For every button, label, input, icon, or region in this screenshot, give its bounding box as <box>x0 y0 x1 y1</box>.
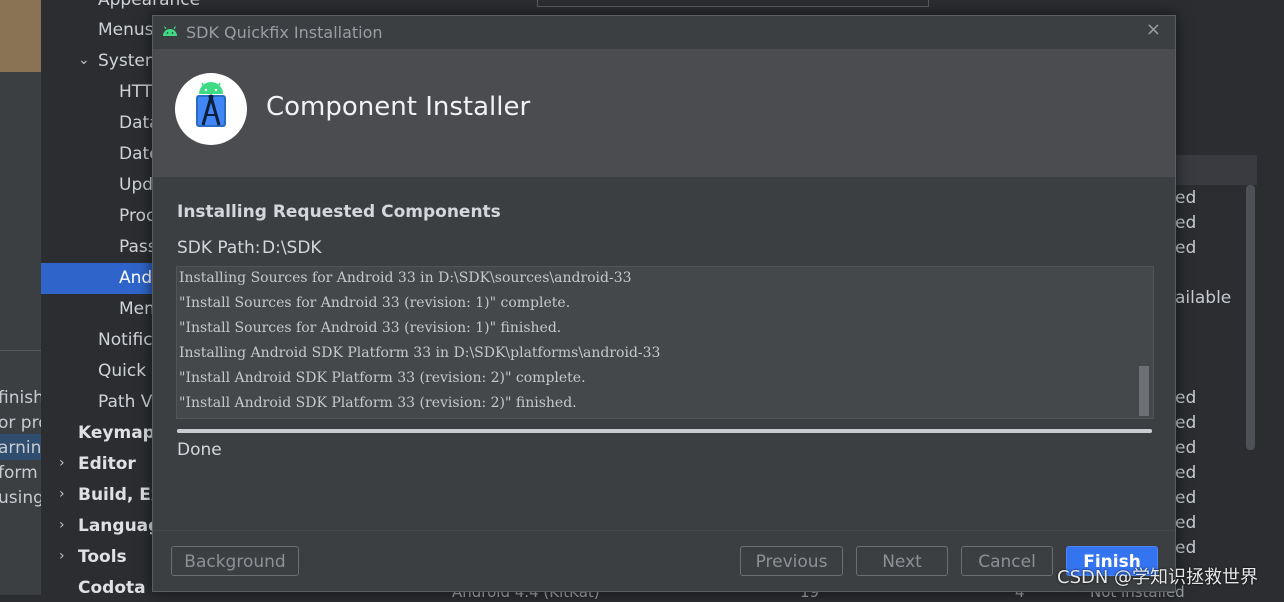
left-edge-text: using <box>0 488 44 508</box>
log-line: "Install Android SDK Platform 33 (revisi… <box>179 370 586 386</box>
divider <box>0 350 41 351</box>
log-scrollbar[interactable] <box>1139 366 1149 416</box>
next-button[interactable]: Next <box>856 546 948 576</box>
log-line: "Install Sources for Android 33 (revisio… <box>179 320 562 336</box>
watermark: CSDN @学知识拯救世界 <box>1057 567 1259 588</box>
sdk-table-scrollbar[interactable] <box>1246 185 1255 450</box>
table-cell: ed <box>1175 238 1197 258</box>
progress-fill <box>177 429 1152 433</box>
sdk-path-label: SDK Path: <box>177 238 261 258</box>
search-field[interactable] <box>537 0 929 7</box>
cancel-button[interactable]: Cancel <box>961 546 1053 576</box>
table-cell: ed <box>1175 513 1197 533</box>
table-cell: ed <box>1175 488 1197 508</box>
log-line: Installing Android SDK Platform 33 in D:… <box>179 345 661 361</box>
android-studio-icon <box>196 82 226 127</box>
left-edge-text: arnin <box>0 438 42 458</box>
chevron-down-icon[interactable]: ⌄ <box>78 52 90 68</box>
tree-item-process[interactable]: Proc <box>119 202 155 230</box>
sdk-path-value: D:\SDK <box>262 238 322 258</box>
tree-item-codota[interactable]: Codota <box>78 574 146 602</box>
dialog-title: SDK Quickfix Installation <box>186 23 383 42</box>
table-cell: ailable <box>1175 288 1232 308</box>
android-icon <box>163 26 177 36</box>
header-title: Component Installer <box>266 92 531 122</box>
dialog-titlebar[interactable]: SDK Quickfix Installation × <box>153 16 1175 49</box>
tree-item-tools[interactable]: Tools <box>78 543 127 571</box>
log-line: "Install Sources for Android 33 (revisio… <box>179 295 571 311</box>
status-text: Done <box>177 440 222 460</box>
table-cell: ed <box>1175 413 1197 433</box>
dialog-header: Component Installer <box>153 49 1175 177</box>
table-cell: ed <box>1175 538 1197 558</box>
tree-item-menus[interactable]: Menus <box>98 16 154 44</box>
chevron-right-icon[interactable]: › <box>59 517 65 533</box>
install-log[interactable]: Installing Sources for Android 33 in D:\… <box>176 266 1154 419</box>
chevron-right-icon[interactable]: › <box>59 455 65 471</box>
avatar <box>0 0 41 72</box>
table-cell: ed <box>1175 463 1197 483</box>
background-button[interactable]: Background <box>171 546 299 576</box>
tree-item-passwords[interactable]: Pass <box>119 233 157 261</box>
table-cell: ed <box>1175 188 1197 208</box>
sdk-table-header <box>1173 155 1257 185</box>
footer-divider <box>153 530 1175 531</box>
close-icon[interactable]: × <box>1146 19 1161 40</box>
tree-item-keymap[interactable]: Keymap <box>78 419 155 447</box>
chevron-right-icon[interactable]: › <box>59 548 65 564</box>
tree-item-editor[interactable]: Editor <box>78 450 136 478</box>
tree-item-appearance[interactable]: Appearance <box>98 0 200 14</box>
install-progress-bar <box>177 429 1152 433</box>
chevron-right-icon[interactable]: › <box>59 486 65 502</box>
sdk-quickfix-dialog: SDK Quickfix Installation × Component In… <box>152 15 1176 592</box>
table-cell: ed <box>1175 213 1197 233</box>
table-cell: ed <box>1175 388 1197 408</box>
table-cell: ed <box>1175 438 1197 458</box>
log-line: Installing Sources for Android 33 in D:\… <box>179 270 632 286</box>
log-line: "Install Android SDK Platform 33 (revisi… <box>179 395 577 411</box>
left-edge-text: form <box>0 463 38 483</box>
android-studio-logo <box>175 73 247 145</box>
previous-button[interactable]: Previous <box>740 546 843 576</box>
section-title: Installing Requested Components <box>177 202 501 222</box>
